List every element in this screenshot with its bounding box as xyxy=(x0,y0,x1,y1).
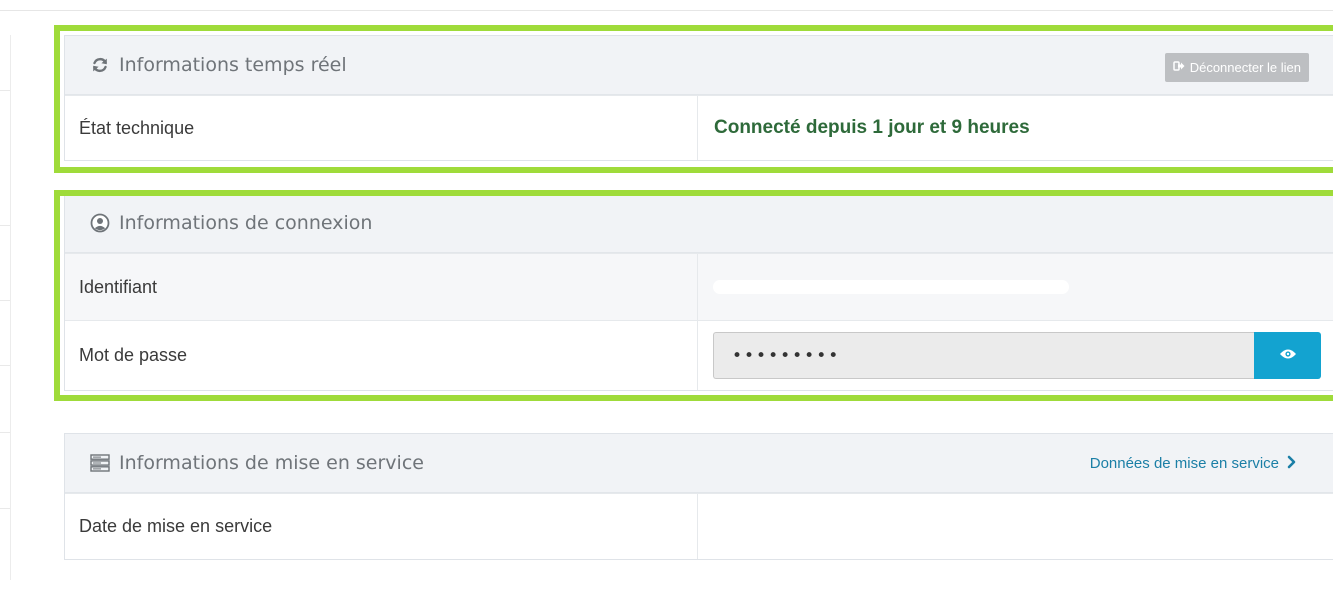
service-panel: Informations de mise en service Données … xyxy=(64,433,1333,560)
identifier-row: Identifiant xyxy=(65,253,1333,320)
service-date-label: Date de mise en service xyxy=(65,494,698,559)
connexion-panel-title: Informations de connexion xyxy=(89,212,372,234)
status-label: État technique xyxy=(65,96,698,160)
service-panel-title: Informations de mise en service xyxy=(89,452,424,474)
connexion-panel-header: Informations de connexion xyxy=(65,194,1333,253)
service-title-text: Informations de mise en service xyxy=(119,452,424,474)
realtime-panel-title: Informations temps réel xyxy=(89,54,347,76)
identifier-value-redacted xyxy=(713,280,1069,294)
password-field[interactable] xyxy=(713,332,1254,379)
left-tick xyxy=(0,508,10,509)
service-data-link-label: Données de mise en service xyxy=(1089,455,1279,472)
left-tick xyxy=(0,365,10,366)
password-row: Mot de passe xyxy=(65,320,1333,390)
service-date-value xyxy=(698,494,1333,559)
left-tick xyxy=(0,90,10,91)
realtime-panel-header: Informations temps réel Déconnecter le l… xyxy=(65,36,1333,95)
identifier-label: Identifiant xyxy=(65,254,698,320)
chevron-right-icon xyxy=(1287,455,1297,473)
service-data-link[interactable]: Données de mise en service xyxy=(1090,434,1297,493)
service-date-row: Date de mise en service xyxy=(65,493,1333,559)
left-divider xyxy=(10,35,11,580)
realtime-title-text: Informations temps réel xyxy=(119,54,347,76)
disconnect-link-label: Déconnecter le lien xyxy=(1189,60,1301,75)
status-value: Connecté depuis 1 jour et 9 heures xyxy=(714,117,1030,138)
refresh-icon xyxy=(89,54,111,76)
service-panel-header: Informations de mise en service Données … xyxy=(65,434,1333,493)
top-divider xyxy=(0,10,1333,11)
connexion-panel: Informations de connexion Identifiant Mo… xyxy=(64,193,1333,391)
left-tick xyxy=(0,432,10,433)
server-icon xyxy=(89,452,111,474)
show-password-button[interactable] xyxy=(1254,332,1321,379)
eye-icon xyxy=(1279,348,1297,363)
password-field-group xyxy=(713,332,1321,379)
realtime-panel: Informations temps réel Déconnecter le l… xyxy=(64,35,1333,161)
left-tick xyxy=(0,300,10,301)
left-tick xyxy=(0,225,10,226)
status-row: État technique Connecté depuis 1 jour et… xyxy=(65,95,1333,160)
user-circle-icon xyxy=(89,212,111,234)
password-label: Mot de passe xyxy=(65,321,698,390)
sign-out-icon xyxy=(1172,60,1185,75)
connexion-title-text: Informations de connexion xyxy=(119,212,373,234)
disconnect-link-button[interactable]: Déconnecter le lien xyxy=(1164,53,1309,82)
